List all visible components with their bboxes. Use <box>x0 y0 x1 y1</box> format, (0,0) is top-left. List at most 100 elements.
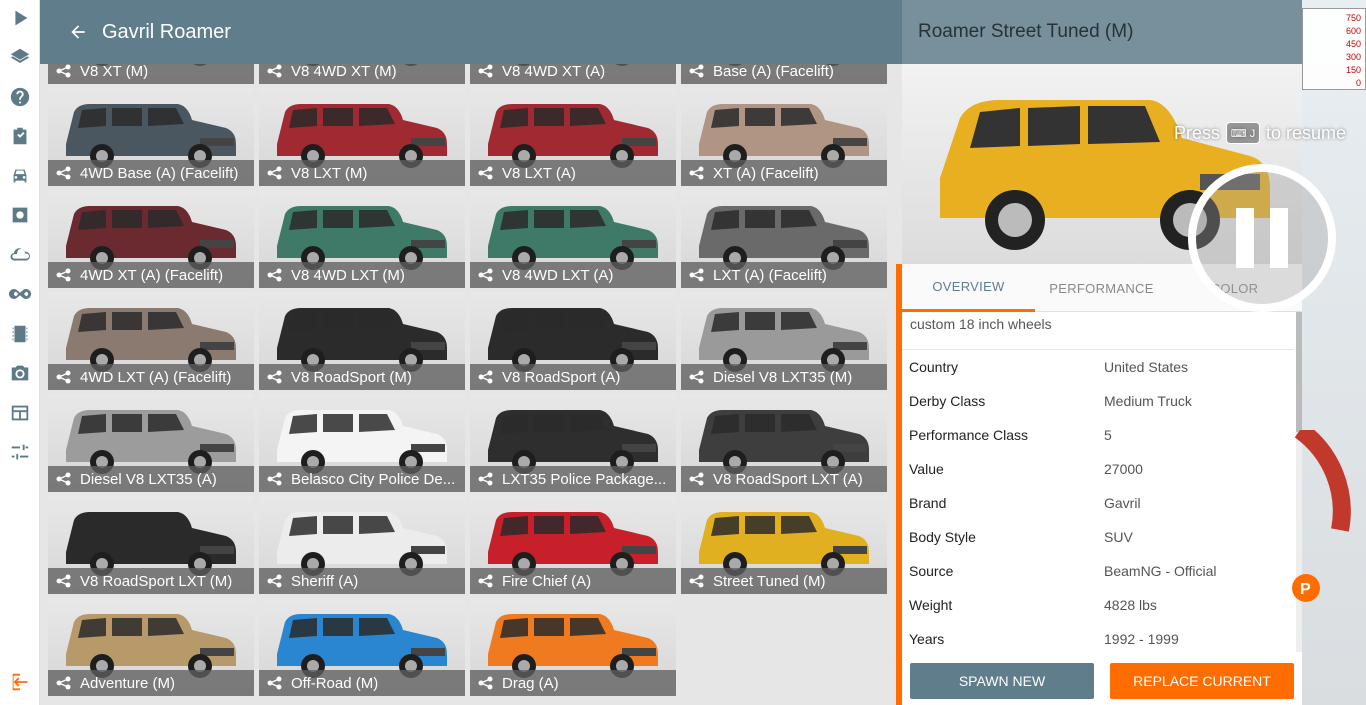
exit-icon[interactable] <box>6 668 34 696</box>
car-thumbnail <box>60 302 240 372</box>
vehicle-config-tile[interactable]: Sheriff (A) <box>259 496 465 594</box>
tile-label-bar: Off-Road (M) <box>259 670 465 696</box>
car-thumbnail <box>482 302 662 372</box>
car-thumbnail <box>271 404 451 474</box>
configuration-icon <box>689 370 705 384</box>
tile-label-bar: Street Tuned (M) <box>681 568 887 594</box>
detail-row: Source BeamNG - Official <box>902 554 1294 588</box>
tile-label: V8 RoadSport (A) <box>502 368 621 386</box>
cloud-icon[interactable] <box>6 241 34 269</box>
vehicle-config-tile[interactable]: Street Tuned (M) <box>681 496 887 594</box>
vehicle-config-tile[interactable]: 4WD LXT (A) (Facelift) <box>48 292 254 390</box>
tile-label: Sheriff (A) <box>291 572 359 590</box>
speed-gauge: P <box>1292 430 1351 602</box>
settings-icon[interactable] <box>6 201 34 229</box>
vehicle-config-tile[interactable]: 4WD Base (A) (Facelift) <box>48 88 254 186</box>
vehicle-config-tile[interactable]: V8 RoadSport (A) <box>470 292 676 390</box>
configuration-icon <box>267 676 283 690</box>
vehicle-config-tile[interactable]: Belasco City Police De... <box>259 394 465 492</box>
tab-performance[interactable]: PERFORMANCE <box>1035 264 1168 312</box>
pause-icon[interactable] <box>1188 164 1336 312</box>
vehicle-config-tile[interactable]: V8 RoadSport LXT (M) <box>48 496 254 594</box>
tile-label-bar: V8 4WD LXT (M) <box>259 262 465 288</box>
configuration-icon <box>478 64 494 78</box>
configuration-icon <box>267 64 283 78</box>
configuration-icon <box>267 472 283 486</box>
configuration-icon <box>478 574 494 588</box>
vehicle-config-tile[interactable]: LXT (A) (Facelift) <box>681 190 887 288</box>
car-thumbnail <box>482 608 662 678</box>
detail-value: SUV <box>1104 529 1133 545</box>
clipboard-icon[interactable] <box>6 122 34 150</box>
camera-icon[interactable] <box>6 359 34 387</box>
vehicle-configuration-area: V8 XT (M) V8 4WD XT (M) V8 4WD XT (A) Base … <box>40 0 902 705</box>
tile-label-bar: Belasco City Police De... <box>259 466 465 492</box>
configuration-icon <box>478 166 494 180</box>
car-icon[interactable] <box>6 162 34 190</box>
vehicle-config-tile[interactable]: V8 4WD LXT (A) <box>470 190 676 288</box>
detail-key: Country <box>909 359 959 375</box>
detail-key: Years <box>909 631 945 647</box>
detail-value: 5 <box>1104 427 1112 443</box>
vehicle-config-tile[interactable]: V8 RoadSport LXT (A) <box>681 394 887 492</box>
infinity-icon[interactable] <box>6 280 34 308</box>
tile-label: Base (A) (Facelift) <box>713 62 834 80</box>
vehicle-config-tile[interactable]: V8 LXT (A) <box>470 88 676 186</box>
tile-label-bar: Fire Chief (A) <box>470 568 676 594</box>
press-text: Press <box>1174 122 1221 143</box>
help-icon[interactable] <box>6 83 34 111</box>
spawn-new-button[interactable]: SPAWN NEW <box>910 663 1094 699</box>
dashboard-icon[interactable] <box>6 399 34 427</box>
vehicle-config-tile[interactable]: 4WD XT (A) (Facelift) <box>48 190 254 288</box>
tile-label-bar: V8 4WD LXT (A) <box>470 262 676 288</box>
car-thumbnail <box>693 200 873 270</box>
car-thumbnail <box>271 506 451 576</box>
layers-icon[interactable] <box>6 43 34 71</box>
tile-label: Off-Road (M) <box>291 674 379 692</box>
configuration-icon <box>689 64 705 78</box>
tile-label-bar: V8 LXT (A) <box>470 160 676 186</box>
tile-label-bar: Drag (A) <box>470 670 676 696</box>
film-icon[interactable] <box>6 320 34 348</box>
replace-current-button[interactable]: REPLACE CURRENT <box>1110 663 1294 699</box>
play-icon[interactable] <box>6 4 34 32</box>
tile-label-bar: V8 RoadSport (M) <box>259 364 465 390</box>
vehicle-config-tile[interactable]: Adventure (M) <box>48 598 254 696</box>
vehicle-config-tile[interactable]: V8 RoadSport (M) <box>259 292 465 390</box>
vehicle-config-tile[interactable]: Drag (A) <box>470 598 676 696</box>
vehicle-config-tile[interactable]: Fire Chief (A) <box>470 496 676 594</box>
car-thumbnail <box>60 608 240 678</box>
tile-label-bar: Sheriff (A) <box>259 568 465 594</box>
car-thumbnail <box>271 302 451 372</box>
sliders-icon[interactable] <box>6 438 34 466</box>
resume-hint: Press ⌨ J to resume <box>1174 122 1346 144</box>
left-sidebar <box>0 0 40 705</box>
configuration-icon <box>56 268 72 282</box>
vehicle-config-tile[interactable]: XT (A) (Facelift) <box>681 88 887 186</box>
keyboard-key-icon: ⌨ J <box>1226 122 1261 144</box>
rpm-graph: 750 600 450 300 150 0 <box>1302 8 1366 90</box>
tab-overview[interactable]: OVERVIEW <box>902 264 1035 312</box>
vehicle-config-tile[interactable]: Diesel V8 LXT35 (A) <box>48 394 254 492</box>
vehicle-config-tile[interactable]: V8 LXT (M) <box>259 88 465 186</box>
tile-label: V8 RoadSport LXT (A) <box>713 470 863 488</box>
vehicle-detail-panel: Roamer Street Tuned (M) OVERVIEW PERFORM… <box>902 0 1302 705</box>
vehicle-config-tile[interactable]: V8 4WD LXT (M) <box>259 190 465 288</box>
svg-text:P: P <box>1300 581 1311 598</box>
detail-key: Value <box>909 461 944 477</box>
vehicle-config-tile[interactable]: LXT35 Police Package... <box>470 394 676 492</box>
configuration-icon <box>689 574 705 588</box>
configuration-icon <box>56 472 72 486</box>
vehicle-description: custom 18 inch wheels <box>902 312 1294 350</box>
back-arrow-icon[interactable] <box>66 20 90 44</box>
vehicle-config-tile[interactable]: Diesel V8 LXT35 (M) <box>681 292 887 390</box>
tile-label-bar: V8 RoadSport (A) <box>470 364 676 390</box>
car-thumbnail <box>60 98 240 168</box>
accent-bar <box>896 264 902 705</box>
tile-label: V8 4WD LXT (M) <box>291 266 405 284</box>
tile-label: V8 4WD XT (M) <box>291 62 397 80</box>
detail-row: Years 1992 - 1999 <box>902 622 1294 652</box>
vehicle-config-tile[interactable]: Off-Road (M) <box>259 598 465 696</box>
car-thumbnail <box>482 506 662 576</box>
detail-header: Roamer Street Tuned (M) <box>902 0 1302 64</box>
